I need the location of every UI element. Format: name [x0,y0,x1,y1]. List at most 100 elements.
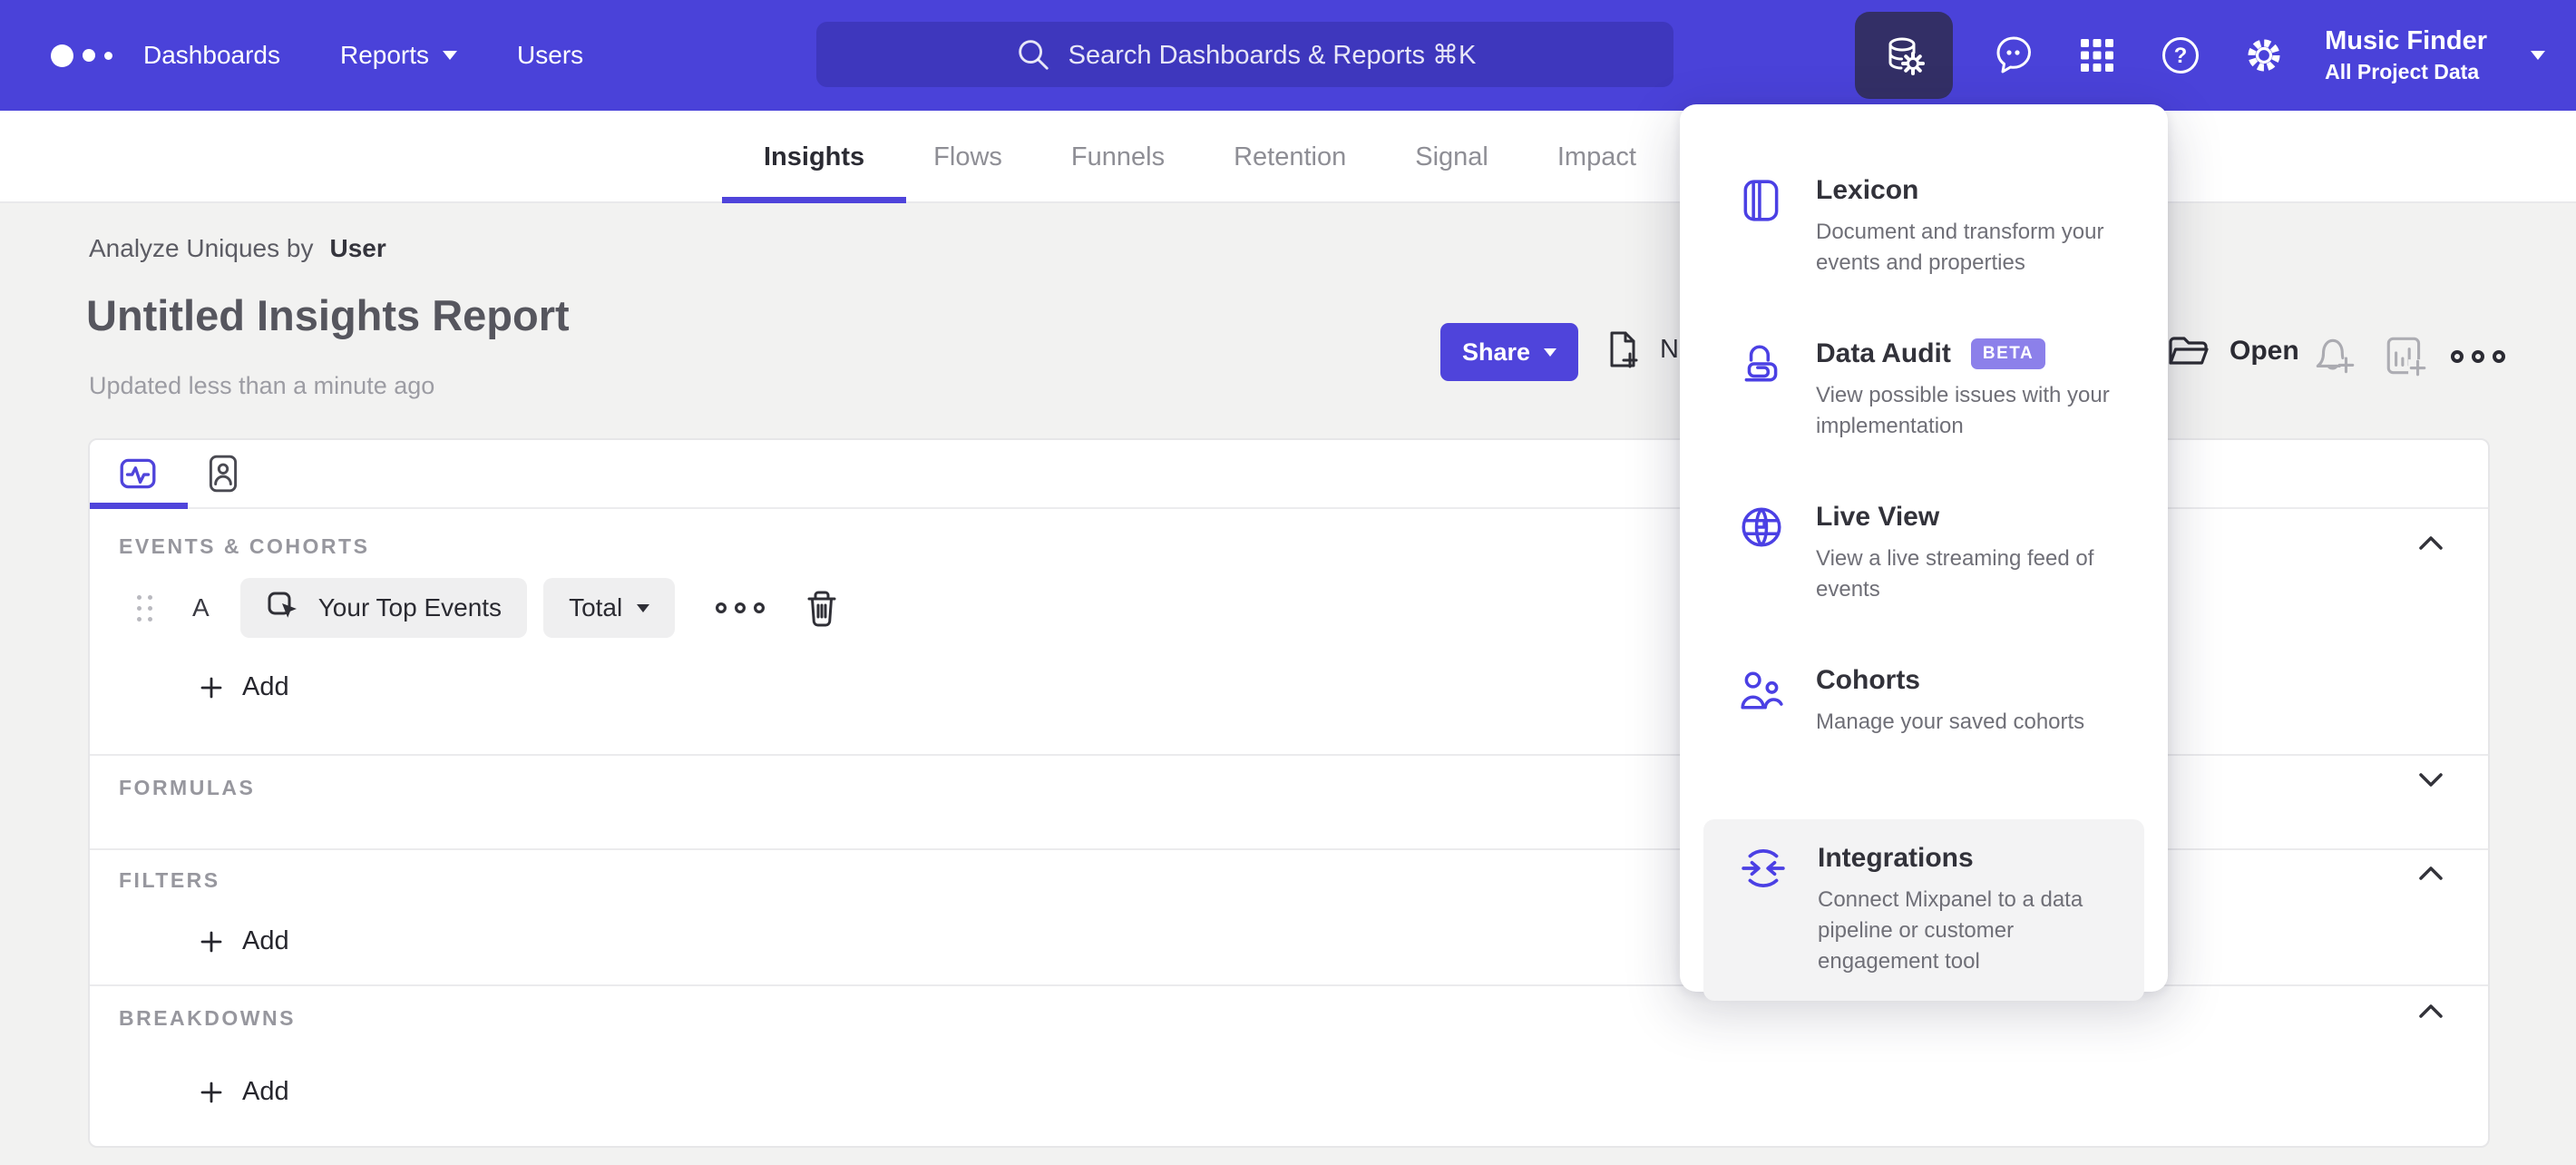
expand-formulas-chevron-down-icon[interactable] [2414,769,2448,792]
menu-item-description: Document and transform your events and p… [1816,220,2104,276]
data-management-button[interactable] [1855,12,1954,99]
report-tabs: Insights Flows Funnels Retention Signal … [721,111,1636,203]
chevron-down-icon [2531,51,2545,60]
menu-item-description: Connect Mixpanel to a data pipeline or c… [1818,887,2083,974]
add-breakdown-button[interactable]: Add [199,1077,289,1107]
chevron-down-icon [1544,348,1557,357]
project-selector[interactable]: Music Finder All Project Data [2325,24,2487,86]
breakdowns-label: BREAKDOWNS [119,1006,296,1030]
collapse-events-chevron-up-icon[interactable] [2414,531,2448,554]
top-nav: Dashboards Reports Users Search Dashboar… [0,0,2576,111]
analyze-by-row: Analyze Uniques by User [89,234,386,263]
user-card-icon [209,455,238,493]
tab-users-view[interactable] [202,453,244,494]
updated-timestamp: Updated less than a minute ago [89,372,435,399]
mixpanel-logo[interactable] [51,0,112,111]
nav-item-users[interactable]: Users [517,41,583,70]
menu-item-description: View a live streaming feed of events [1816,546,2094,602]
menu-item-body: Integrations Connect Mixpanel to a data … [1818,843,2119,977]
nav-item-reports[interactable]: Reports [339,41,458,70]
nav-item-label: Dashboards [143,41,280,69]
drag-handle-icon[interactable] [137,594,152,622]
more-options-button[interactable] [2449,345,2507,368]
more-dots-icon [2451,350,2505,363]
data-audit-lock-icon [1738,338,1785,442]
search-icon [1018,40,1049,70]
share-button[interactable]: Share [1440,323,1578,381]
menu-item-body: Lexicon Document and transform your even… [1816,175,2120,279]
database-gear-icon [1888,37,1926,75]
menu-item-title: Cohorts [1816,665,1920,695]
menu-item-live-view[interactable]: Live View View a live streaming feed of … [1680,502,2168,605]
more-dots-icon [716,602,766,614]
menu-item-data-audit[interactable]: Data Audit BETA View possible issues wit… [1680,338,2168,442]
add-filter-button[interactable]: Add [199,926,289,956]
tab-funnels[interactable]: Funnels [1071,111,1165,203]
logo-dot-medium [83,49,95,62]
search-input[interactable]: Search Dashboards & Reports ⌘K [816,22,1673,87]
event-more-options-button[interactable] [715,598,766,618]
event-select-button[interactable]: Your Top Events [239,578,528,638]
metric-select-button[interactable]: Total [543,578,676,638]
menu-item-cohorts[interactable]: Cohorts Manage your saved cohorts [1680,665,2168,738]
share-label: Share [1461,338,1531,366]
menu-item-body: Data Audit BETA View possible issues wit… [1816,338,2159,442]
metric-name: Total [569,593,623,622]
tab-signal[interactable]: Signal [1415,111,1488,203]
open-label: Open [2230,336,2299,366]
tab-flows[interactable]: Flows [933,111,1002,203]
analyze-by-value[interactable]: User [329,234,385,263]
nav-item-dashboards[interactable]: Dashboards [143,41,280,70]
menu-item-title: Live View [1816,502,1940,532]
open-report-button[interactable]: Open [2166,328,2299,374]
feedback-button[interactable] [1991,33,2036,78]
plus-icon [200,931,222,952]
add-label: Add [242,672,289,701]
trash-icon [807,591,836,627]
menu-item-title-row: Data Audit BETA [1816,338,2159,369]
settings-button[interactable] [2241,33,2287,78]
collapse-breakdowns-chevron-up-icon[interactable] [2414,999,2448,1023]
help-button[interactable]: ? [2158,33,2203,78]
plus-icon [200,1082,222,1102]
apps-grid-button[interactable] [2074,33,2120,78]
folder-open-icon [2169,337,2209,365]
cohorts-people-icon [1738,665,1785,738]
report-tab-bar: Insights Flows Funnels Retention Signal … [0,111,2576,203]
grid-icon [2081,39,2114,72]
alert-subscribe-button[interactable] [2311,332,2358,379]
tab-impact[interactable]: Impact [1557,111,1636,203]
tab-label: Signal [1415,142,1488,171]
add-label: Add [242,926,289,955]
event-letter: A [192,593,210,622]
events-cohorts-label: EVENTS & COHORTS [119,534,370,558]
menu-item-description: Manage your saved cohorts [1816,710,2085,734]
new-document-icon [1610,331,1638,368]
analyze-by-label: Analyze Uniques by [89,234,314,262]
add-event-button[interactable]: Add [199,672,289,702]
event-name: Your Top Events [317,593,503,622]
logo-dot-large [51,44,73,67]
tab-insights[interactable]: Insights [721,111,907,203]
tab-events-view[interactable] [117,453,159,494]
formulas-label: FORMULAS [119,776,256,799]
menu-item-integrations[interactable]: Integrations Connect Mixpanel to a data … [1703,819,2144,1002]
event-row: A Your Top Events Total [137,578,842,638]
tab-retention[interactable]: Retention [1234,111,1346,203]
project-name: Music Finder [2325,26,2487,56]
book-icon [1738,175,1785,279]
report-title[interactable]: Untitled Insights Report [86,290,570,340]
menu-item-lexicon[interactable]: Lexicon Document and transform your even… [1680,175,2168,279]
menu-item-description: View possible issues with your implement… [1816,383,2110,439]
search-placeholder: Search Dashboards & Reports ⌘K [1068,40,1477,70]
add-to-dashboard-button[interactable] [2382,332,2429,379]
project-scope: All Project Data [2325,59,2480,83]
gear-icon [2248,39,2280,72]
nav-item-label: Reports [339,41,430,69]
delete-event-button[interactable] [802,587,842,629]
logo-dot-small [104,51,112,60]
tab-label: Funnels [1070,142,1166,171]
tab-label: Insights [764,142,865,171]
globe-icon [1738,502,1785,605]
collapse-filters-chevron-up-icon[interactable] [2414,861,2448,885]
